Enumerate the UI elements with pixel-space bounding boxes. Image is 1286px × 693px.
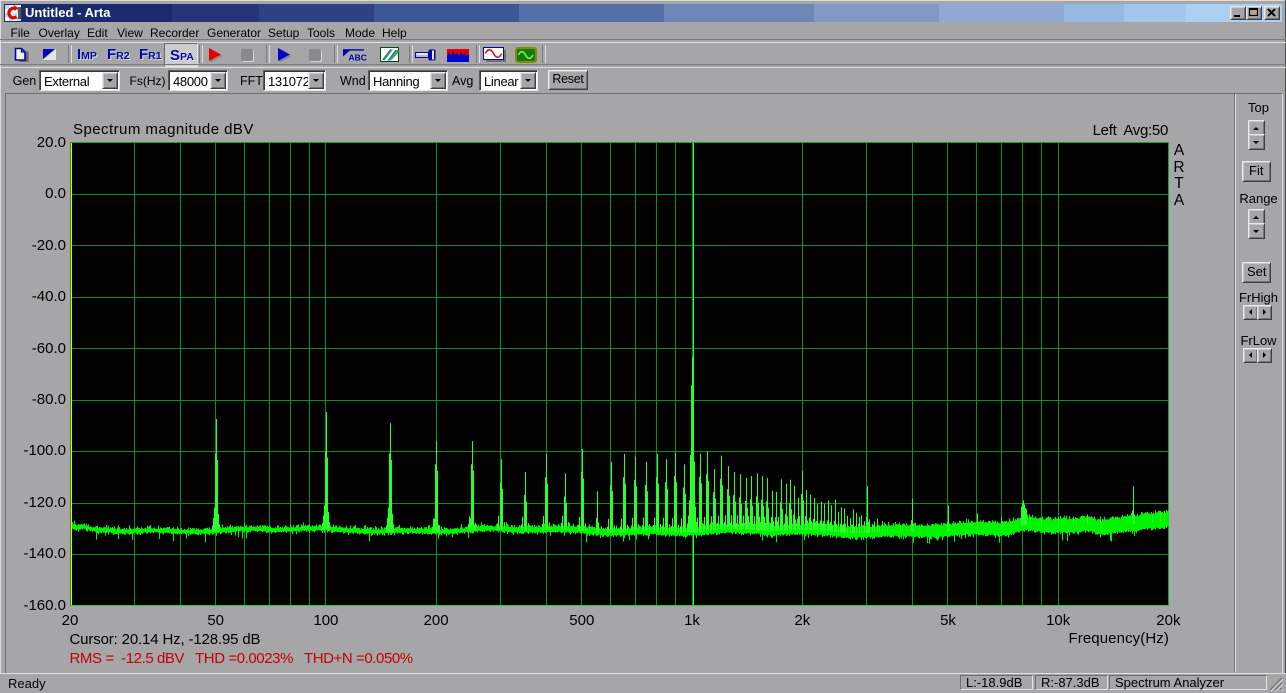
svg-text:ABC: ABC [349, 53, 367, 63]
